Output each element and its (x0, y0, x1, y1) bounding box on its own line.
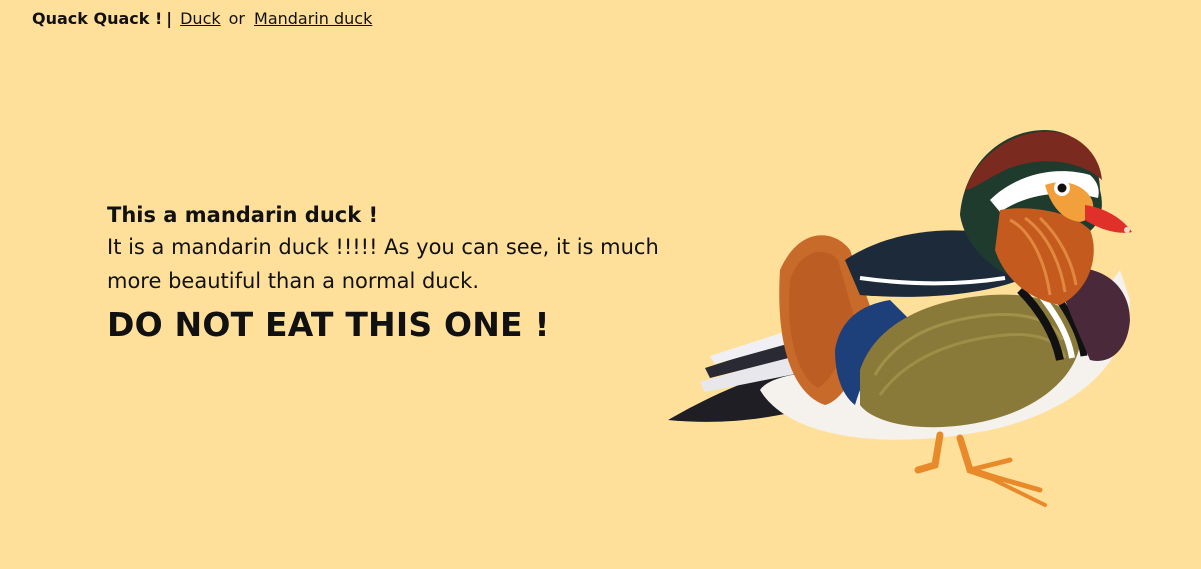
nav-link-duck[interactable]: Duck (180, 7, 221, 31)
site-brand: Quack Quack ! (32, 9, 163, 28)
page-description: It is a mandarin duck !!!!! As you can s… (107, 235, 659, 293)
main-content: This a mandarin duck ! It is a mandarin … (107, 200, 667, 348)
mandarin-duck-image (660, 120, 1140, 515)
nav-separator: | (166, 9, 173, 28)
nav-link-mandarin-duck[interactable]: Mandarin duck (254, 7, 372, 31)
top-nav: Quack Quack ! | Duck or Mandarin duck (32, 7, 372, 31)
warning-heading: DO NOT EAT THIS ONE ! (107, 305, 550, 344)
nav-or-text: or (228, 9, 246, 28)
page-subtitle: This a mandarin duck ! (107, 203, 379, 227)
